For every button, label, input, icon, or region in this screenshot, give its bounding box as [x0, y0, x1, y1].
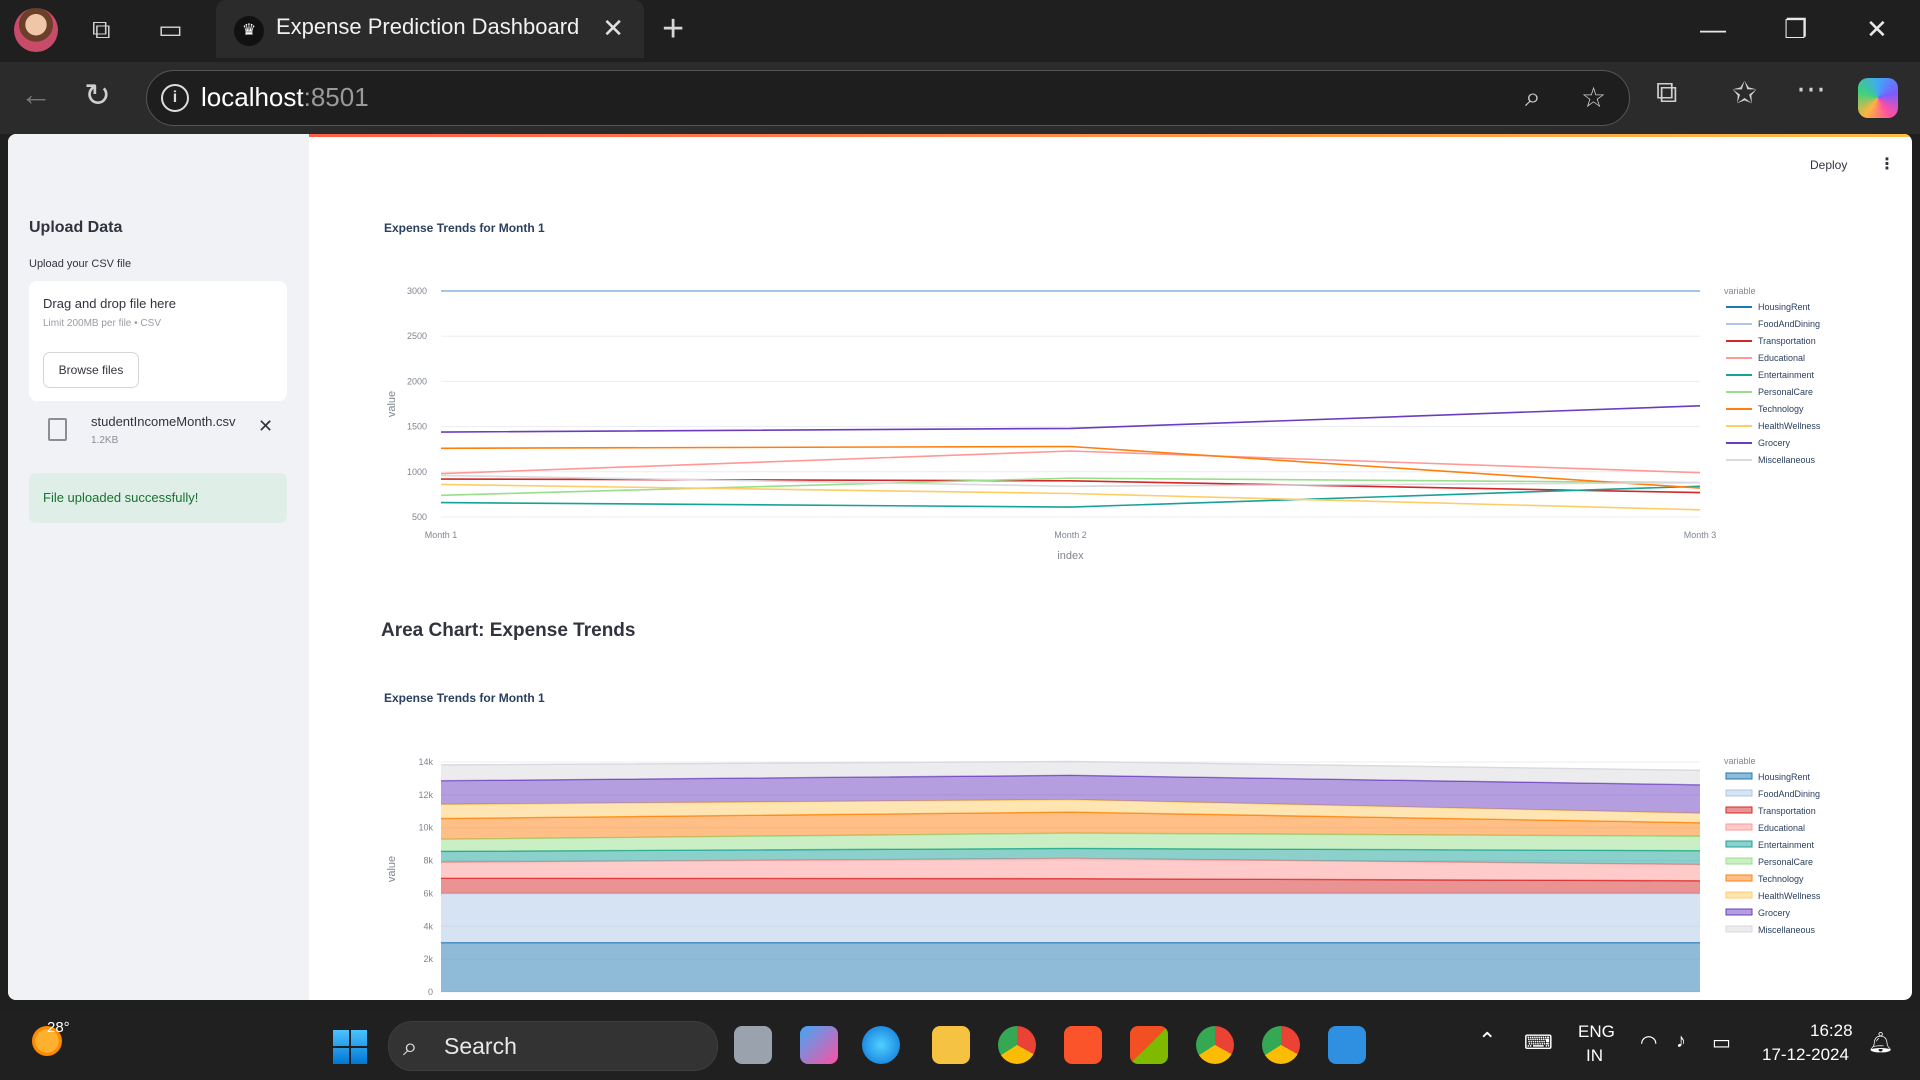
legend-item: PersonalCare: [1758, 857, 1813, 867]
url-text[interactable]: localhost:8501: [201, 82, 369, 113]
search-icon: ⌕: [403, 1031, 418, 1061]
tab-actions-icon[interactable]: ▭: [158, 16, 183, 42]
y-tick-label: 8k: [423, 856, 433, 866]
language-top[interactable]: ENG: [1578, 1022, 1615, 1042]
legend-swatch: [1725, 874, 1753, 882]
search-placeholder: Search: [444, 1033, 517, 1059]
windows-start-icon[interactable]: [333, 1030, 367, 1064]
clock-time[interactable]: 16:28: [1810, 1021, 1853, 1041]
tab-expense-dashboard[interactable]: ♛ Expense Prediction Dashboard ✕: [216, 0, 644, 58]
legend-swatch: [1725, 806, 1753, 814]
y-tick-label: 6k: [423, 888, 433, 898]
show-hidden-icons-icon[interactable]: ⌃: [1478, 1028, 1496, 1054]
legend-swatch: [1725, 925, 1753, 933]
wifi-icon[interactable]: ◠: [1640, 1030, 1657, 1055]
legend-item: HealthWellness: [1758, 891, 1821, 901]
refresh-icon[interactable]: ↻: [84, 76, 111, 114]
legend-item: Technology: [1758, 874, 1804, 884]
file-explorer-icon[interactable]: [932, 1026, 970, 1064]
profile-avatar[interactable]: [14, 8, 58, 52]
extensions-icon[interactable]: ⧉: [1656, 76, 1677, 110]
legend-swatch: [1725, 891, 1753, 899]
page-viewport: Upload Data Upload your CSV file Drag an…: [8, 134, 1912, 1000]
chrome-profile-a-icon[interactable]: [1196, 1026, 1234, 1064]
microsoft-store-icon[interactable]: [1130, 1026, 1168, 1064]
y-tick-label: 12k: [418, 790, 433, 800]
legend-swatch: [1725, 908, 1753, 916]
copilot-app-icon[interactable]: [800, 1026, 838, 1064]
minimize-icon[interactable]: —: [1700, 14, 1726, 45]
legend-swatch: [1725, 823, 1753, 831]
legend-item: Entertainment: [1758, 840, 1815, 850]
legend-item: Transportation: [1758, 806, 1816, 816]
legend-swatch: [1725, 789, 1753, 797]
tab-title: Expense Prediction Dashboard: [276, 14, 580, 39]
favorite-star-icon[interactable]: ☆: [1581, 81, 1606, 114]
chrome-icon[interactable]: [998, 1026, 1036, 1064]
temperature: 28°: [47, 1019, 70, 1036]
streamlit-crown-icon: ♛: [234, 16, 264, 46]
area-series-housingrent: [441, 942, 1700, 992]
brave-browser-icon[interactable]: [1064, 1026, 1102, 1064]
legend-swatch: [1725, 840, 1753, 848]
workspaces-icon[interactable]: ⧉: [92, 16, 111, 42]
new-tab-icon[interactable]: +: [662, 8, 684, 51]
y-axis-label: value: [386, 856, 398, 882]
browser-tab-bar: ⧉ ▭ ♛ Expense Prediction Dashboard ✕ + —…: [0, 0, 1920, 62]
battery-icon[interactable]: ▭: [1712, 1030, 1731, 1055]
edge-browser-icon[interactable]: [862, 1026, 900, 1064]
legend-item: Grocery: [1758, 908, 1791, 918]
y-tick-label: 2k: [423, 954, 433, 964]
y-tick-label: 14k: [418, 757, 433, 767]
more-options-icon[interactable]: ⋯: [1796, 72, 1826, 107]
taskbar-search[interactable]: ⌕ Search: [388, 1021, 718, 1071]
legend-item: Educational: [1758, 823, 1805, 833]
legend-swatch: [1725, 857, 1753, 865]
y-tick-label: 10k: [418, 823, 433, 833]
notification-bell-icon[interactable]: 🔔︎: [1868, 1030, 1893, 1055]
zoom-icon[interactable]: ⌕: [1525, 81, 1541, 114]
legend-swatch: [1725, 772, 1753, 780]
vscode-icon[interactable]: [1328, 1026, 1366, 1064]
y-tick-label: 4k: [423, 921, 433, 931]
restore-icon[interactable]: ❐: [1784, 14, 1807, 45]
copilot-icon[interactable]: [1858, 78, 1898, 118]
url-port: :8501: [303, 82, 369, 112]
y-tick-label: 0: [428, 987, 433, 997]
clock-date[interactable]: 17-12-2024: [1762, 1045, 1849, 1065]
task-view-icon[interactable]: [734, 1026, 772, 1064]
legend-item: Miscellaneous: [1758, 925, 1816, 935]
close-window-icon[interactable]: ✕: [1866, 14, 1888, 45]
language-bottom[interactable]: IN: [1586, 1046, 1603, 1066]
area-chart: 0 2k 4k 6k 8k 10k 12k 14k value variableHousingRe…: [386, 756, 1821, 997]
volume-icon[interactable]: ♪: [1676, 1030, 1686, 1053]
close-tab-icon[interactable]: ✕: [602, 13, 624, 44]
site-info-icon[interactable]: i: [161, 84, 189, 112]
address-bar[interactable]: i localhost:8501 ⌕ ☆: [146, 70, 1630, 126]
legend-item: HousingRent: [1758, 772, 1811, 782]
legend-item: FoodAndDining: [1758, 789, 1820, 799]
browser-nav-bar: ← ↻ i localhost:8501 ⌕ ☆ ⧉ ✩ ⋯: [0, 62, 1920, 134]
area-series-foodanddining: [441, 893, 1700, 943]
favorites-icon[interactable]: ✩: [1732, 76, 1757, 111]
keyboard-icon[interactable]: ⌨: [1524, 1030, 1553, 1055]
chrome-profile-b-icon[interactable]: [1262, 1026, 1300, 1064]
legend-title: variable: [1724, 756, 1756, 766]
back-icon[interactable]: ←: [20, 76, 52, 113]
url-host: localhost: [201, 82, 304, 112]
